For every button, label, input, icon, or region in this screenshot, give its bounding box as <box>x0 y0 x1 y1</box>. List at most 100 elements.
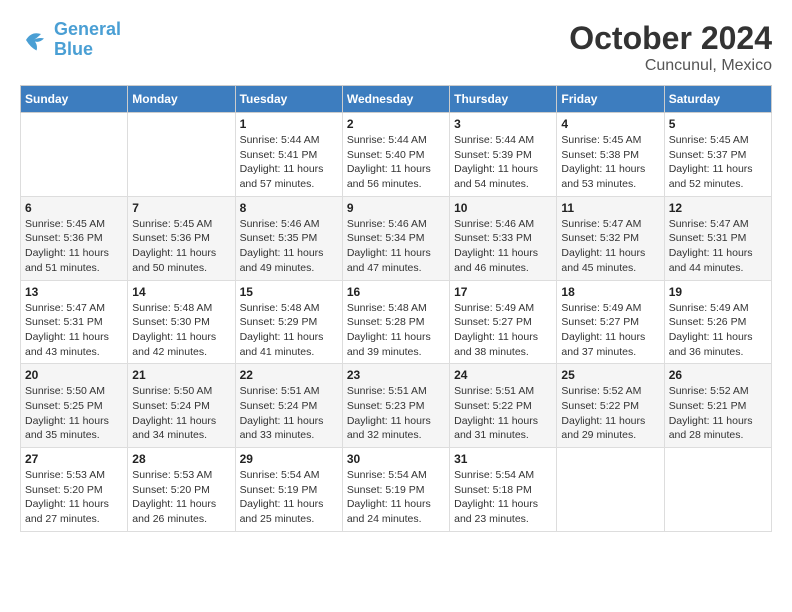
day-info: Sunrise: 5:48 AMSunset: 5:30 PMDaylight:… <box>132 301 230 360</box>
day-number: 17 <box>454 285 552 299</box>
table-row: 12Sunrise: 5:47 AMSunset: 5:31 PMDayligh… <box>664 196 771 280</box>
day-number: 20 <box>25 368 123 382</box>
title-block: October 2024 Cuncunul, Mexico <box>569 20 772 75</box>
day-info: Sunrise: 5:44 AMSunset: 5:41 PMDaylight:… <box>240 133 338 192</box>
calendar-row: 1 Sunrise: 5:44 AMSunset: 5:41 PMDaylight… <box>21 113 772 197</box>
day-info: Sunrise: 5:44 AMSunset: 5:39 PMDaylight:… <box>454 133 552 192</box>
table-row: 17Sunrise: 5:49 AMSunset: 5:27 PMDayligh… <box>450 280 557 364</box>
header-tuesday: Tuesday <box>235 86 342 113</box>
day-info: Sunrise: 5:45 AMSunset: 5:38 PMDaylight:… <box>561 133 659 192</box>
calendar-header-row: Sunday Monday Tuesday Wednesday Thursday… <box>21 86 772 113</box>
day-info: Sunrise: 5:49 AMSunset: 5:27 PMDaylight:… <box>561 301 659 360</box>
day-number: 11 <box>561 201 659 215</box>
day-number: 19 <box>669 285 767 299</box>
table-row: 11 Sunrise: 5:47 AMSunset: 5:32 PMDayligh… <box>557 196 664 280</box>
day-info: Sunrise: 5:54 AMSunset: 5:19 PMDaylight:… <box>240 468 338 527</box>
day-number: 16 <box>347 285 445 299</box>
table-row: 26Sunrise: 5:52 AMSunset: 5:21 PMDayligh… <box>664 364 771 448</box>
day-info: Sunrise: 5:48 AMSunset: 5:29 PMDaylight:… <box>240 301 338 360</box>
table-row: 14 Sunrise: 5:48 AMSunset: 5:30 PMDayligh… <box>128 280 235 364</box>
day-info: Sunrise: 5:47 AMSunset: 5:32 PMDaylight:… <box>561 217 659 276</box>
day-info: Sunrise: 5:45 AMSunset: 5:36 PMDaylight:… <box>132 217 230 276</box>
location-subtitle: Cuncunul, Mexico <box>569 57 772 75</box>
day-number: 9 <box>347 201 445 215</box>
day-number: 5 <box>669 117 767 131</box>
header-sunday: Sunday <box>21 86 128 113</box>
day-number: 21 <box>132 368 230 382</box>
day-info: Sunrise: 5:46 AMSunset: 5:33 PMDaylight:… <box>454 217 552 276</box>
day-info: Sunrise: 5:45 AMSunset: 5:36 PMDaylight:… <box>25 217 123 276</box>
table-row: 13 Sunrise: 5:47 AMSunset: 5:31 PMDayligh… <box>21 280 128 364</box>
day-number: 13 <box>25 285 123 299</box>
table-row: 9 Sunrise: 5:46 AMSunset: 5:34 PMDaylight… <box>342 196 449 280</box>
day-number: 27 <box>25 452 123 466</box>
day-number: 22 <box>240 368 338 382</box>
day-number: 3 <box>454 117 552 131</box>
day-number: 25 <box>561 368 659 382</box>
table-row: 4 Sunrise: 5:45 AMSunset: 5:38 PMDaylight… <box>557 113 664 197</box>
day-number: 14 <box>132 285 230 299</box>
table-row: 25 Sunrise: 5:52 AMSunset: 5:22 PMDayligh… <box>557 364 664 448</box>
day-info: Sunrise: 5:53 AMSunset: 5:20 PMDaylight:… <box>25 468 123 527</box>
day-info: Sunrise: 5:49 AMSunset: 5:26 PMDaylight:… <box>669 301 767 360</box>
table-row: 29Sunrise: 5:54 AMSunset: 5:19 PMDayligh… <box>235 448 342 532</box>
table-row: 21 Sunrise: 5:50 AMSunset: 5:24 PMDayligh… <box>128 364 235 448</box>
day-number: 4 <box>561 117 659 131</box>
day-number: 6 <box>25 201 123 215</box>
header-thursday: Thursday <box>450 86 557 113</box>
table-row: 2 Sunrise: 5:44 AMSunset: 5:40 PMDaylight… <box>342 113 449 197</box>
day-info: Sunrise: 5:47 AMSunset: 5:31 PMDaylight:… <box>669 217 767 276</box>
day-info: Sunrise: 5:52 AMSunset: 5:22 PMDaylight:… <box>561 384 659 443</box>
day-info: Sunrise: 5:50 AMSunset: 5:24 PMDaylight:… <box>132 384 230 443</box>
header-friday: Friday <box>557 86 664 113</box>
logo-icon <box>20 25 50 55</box>
day-number: 28 <box>132 452 230 466</box>
day-number: 26 <box>669 368 767 382</box>
table-row <box>128 113 235 197</box>
day-info: Sunrise: 5:51 AMSunset: 5:22 PMDaylight:… <box>454 384 552 443</box>
day-info: Sunrise: 5:51 AMSunset: 5:23 PMDaylight:… <box>347 384 445 443</box>
day-info: Sunrise: 5:47 AMSunset: 5:31 PMDaylight:… <box>25 301 123 360</box>
day-info: Sunrise: 5:53 AMSunset: 5:20 PMDaylight:… <box>132 468 230 527</box>
table-row: 3 Sunrise: 5:44 AMSunset: 5:39 PMDaylight… <box>450 113 557 197</box>
day-number: 2 <box>347 117 445 131</box>
calendar-row: 20 Sunrise: 5:50 AMSunset: 5:25 PMDayligh… <box>21 364 772 448</box>
calendar-row: 6 Sunrise: 5:45 AMSunset: 5:36 PMDaylight… <box>21 196 772 280</box>
table-row: 16 Sunrise: 5:48 AMSunset: 5:28 PMDayligh… <box>342 280 449 364</box>
table-row: 20 Sunrise: 5:50 AMSunset: 5:25 PMDayligh… <box>21 364 128 448</box>
calendar-row: 13 Sunrise: 5:47 AMSunset: 5:31 PMDayligh… <box>21 280 772 364</box>
table-row <box>557 448 664 532</box>
page-header: General Blue October 2024 Cuncunul, Mexi… <box>20 20 772 75</box>
day-info: Sunrise: 5:44 AMSunset: 5:40 PMDaylight:… <box>347 133 445 192</box>
day-info: Sunrise: 5:48 AMSunset: 5:28 PMDaylight:… <box>347 301 445 360</box>
day-number: 23 <box>347 368 445 382</box>
day-info: Sunrise: 5:50 AMSunset: 5:25 PMDaylight:… <box>25 384 123 443</box>
calendar-row: 27 Sunrise: 5:53 AMSunset: 5:20 PMDayligh… <box>21 448 772 532</box>
day-info: Sunrise: 5:54 AMSunset: 5:18 PMDaylight:… <box>454 468 552 527</box>
day-number: 30 <box>347 452 445 466</box>
day-number: 8 <box>240 201 338 215</box>
day-info: Sunrise: 5:51 AMSunset: 5:24 PMDaylight:… <box>240 384 338 443</box>
table-row: 10 Sunrise: 5:46 AMSunset: 5:33 PMDayligh… <box>450 196 557 280</box>
day-number: 1 <box>240 117 338 131</box>
day-number: 15 <box>240 285 338 299</box>
day-number: 31 <box>454 452 552 466</box>
day-number: 24 <box>454 368 552 382</box>
table-row: 19 Sunrise: 5:49 AMSunset: 5:26 PMDayligh… <box>664 280 771 364</box>
table-row: 6 Sunrise: 5:45 AMSunset: 5:36 PMDaylight… <box>21 196 128 280</box>
table-row: 8Sunrise: 5:46 AMSunset: 5:35 PMDaylight… <box>235 196 342 280</box>
day-number: 10 <box>454 201 552 215</box>
day-info: Sunrise: 5:45 AMSunset: 5:37 PMDaylight:… <box>669 133 767 192</box>
logo: General Blue <box>20 20 121 60</box>
table-row: 27 Sunrise: 5:53 AMSunset: 5:20 PMDayligh… <box>21 448 128 532</box>
day-info: Sunrise: 5:46 AMSunset: 5:34 PMDaylight:… <box>347 217 445 276</box>
table-row: 23 Sunrise: 5:51 AMSunset: 5:23 PMDayligh… <box>342 364 449 448</box>
table-row: 28 Sunrise: 5:53 AMSunset: 5:20 PMDayligh… <box>128 448 235 532</box>
table-row: 31 Sunrise: 5:54 AMSunset: 5:18 PMDayligh… <box>450 448 557 532</box>
table-row: 30Sunrise: 5:54 AMSunset: 5:19 PMDayligh… <box>342 448 449 532</box>
table-row: 7Sunrise: 5:45 AMSunset: 5:36 PMDaylight… <box>128 196 235 280</box>
month-year-title: October 2024 <box>569 20 772 57</box>
table-row: 18Sunrise: 5:49 AMSunset: 5:27 PMDayligh… <box>557 280 664 364</box>
table-row <box>21 113 128 197</box>
table-row: 1 Sunrise: 5:44 AMSunset: 5:41 PMDaylight… <box>235 113 342 197</box>
